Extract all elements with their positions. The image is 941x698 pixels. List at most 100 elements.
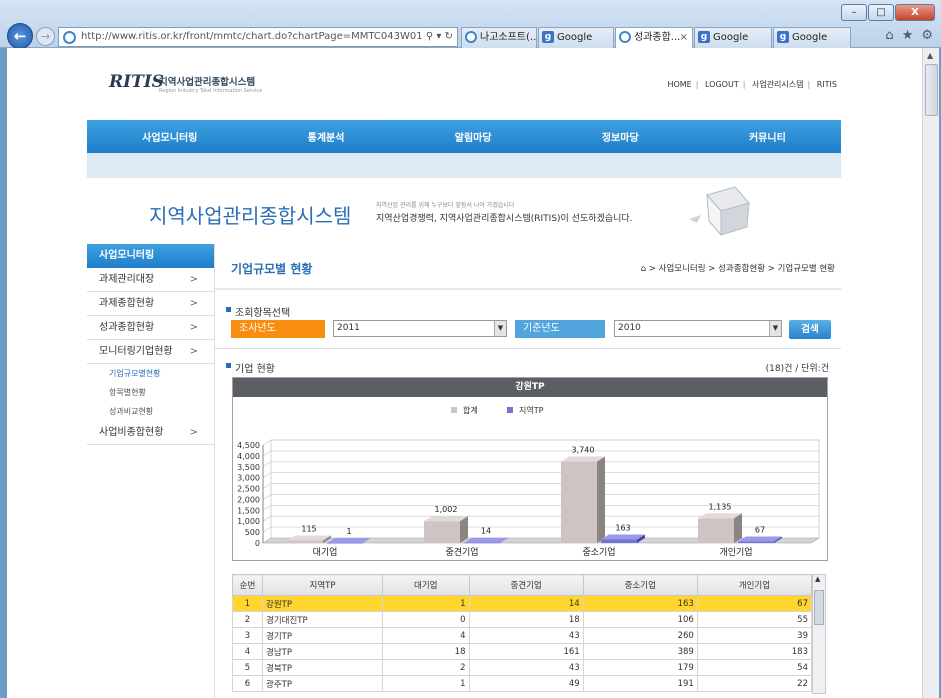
y-tick-label: 4,500 — [237, 441, 260, 450]
logout-link[interactable]: LOGOUT — [701, 80, 743, 89]
base-year-select[interactable]: 2010 ▼ — [614, 320, 782, 337]
data-label: 1 — [346, 527, 351, 536]
close-button[interactable]: X — [895, 4, 935, 21]
gnb-item[interactable]: 통계분석 — [308, 129, 345, 144]
lnb-item[interactable]: 사업비종합현황 > — [87, 421, 214, 445]
bar-local — [327, 542, 363, 544]
table-scrollbar[interactable]: ▲ — [812, 574, 826, 694]
home-link[interactable]: HOME — [663, 80, 695, 89]
data-label: 1,002 — [435, 505, 458, 514]
table-header-cell[interactable]: 중견기업 — [468, 574, 584, 596]
table-cell: 39 — [696, 627, 813, 644]
lnb-item[interactable]: 모니터링기업현황 > — [87, 340, 214, 364]
scroll-up-icon[interactable]: ▲ — [815, 575, 820, 583]
scroll-thumb[interactable] — [814, 590, 824, 625]
browser-tab-active[interactable]: 성과종합... × — [615, 27, 693, 48]
chevron-right-icon: > — [189, 427, 198, 438]
gnb-item[interactable]: 커뮤니티 — [749, 129, 786, 144]
table-row[interactable]: 1 강원TP 1 14 163 67 — [232, 595, 813, 612]
lnb-subitem-active[interactable]: 기업규모별현황 — [87, 364, 214, 383]
chevron-down-icon: ▼ — [494, 321, 506, 336]
x-tick-label: 대기업 — [313, 547, 338, 558]
bar-total — [287, 540, 323, 543]
table-cell: 0 — [382, 611, 470, 628]
logo-title: 지역사업관리종합시스템 — [159, 77, 256, 88]
legend-swatch — [451, 407, 457, 413]
favorites-star-icon[interactable]: ★ — [902, 28, 914, 43]
table-header-cell[interactable]: 중소기업 — [582, 574, 698, 596]
y-tick-label: 3,000 — [237, 474, 260, 483]
bar-local — [601, 539, 637, 543]
browser-chrome: – □ X ← → http://www.ritis.or.kr/front/m… — [0, 0, 941, 49]
table-cell: 106 — [582, 611, 698, 628]
lnb-title[interactable]: 사업모니터링 — [87, 244, 214, 268]
address-bar[interactable]: http://www.ritis.or.kr/front/mmtc/chart.… — [58, 27, 458, 47]
search-button[interactable]: 검색 — [789, 320, 831, 339]
select-value: 2010 — [618, 323, 641, 333]
tab-label: Google — [557, 32, 593, 43]
table-cell: 54 — [696, 659, 813, 676]
browser-tab[interactable]: 나고소프트(... — [461, 27, 537, 48]
link-separator: | — [695, 80, 699, 89]
table-row[interactable]: 3 경기TP 4 43 260 39 — [232, 627, 813, 644]
settings-gear-icon[interactable]: ⚙ — [921, 28, 933, 43]
scroll-up-icon[interactable]: ▲ — [927, 51, 933, 60]
tab-close-icon[interactable]: × — [680, 28, 688, 47]
data-label: 14 — [481, 527, 491, 536]
chevron-right-icon: > — [189, 274, 198, 285]
divider — [215, 348, 841, 349]
address-tools-icon[interactable]: ⚲ ▾ ↻ — [426, 28, 453, 46]
lnb-subitem[interactable]: 항목별현황 — [87, 383, 214, 402]
system-link[interactable]: 사업관리시스템 — [748, 80, 808, 89]
gnb-item[interactable]: 정보마당 — [602, 129, 639, 144]
bar-total — [424, 521, 460, 543]
browser-tab[interactable]: g Google — [773, 27, 851, 48]
table-row[interactable]: 6 광주TP 1 49 191 22 — [232, 675, 813, 692]
top-links: HOME | LOGOUT | 사업관리시스템 | RITIS — [663, 79, 841, 90]
company-section-label: 기업 현황 — [226, 360, 275, 375]
restore-button[interactable]: □ — [868, 4, 894, 21]
scroll-thumb[interactable] — [925, 64, 938, 116]
table-cell: 경기대진TP — [262, 611, 383, 628]
table-cell: 22 — [696, 675, 813, 692]
tab-label: Google — [713, 32, 749, 43]
sub-nav-bar — [87, 153, 841, 178]
lnb-item[interactable]: 과제종합현황 > — [87, 292, 214, 316]
browser-tab[interactable]: g Google — [538, 27, 614, 48]
table-row[interactable]: 2 경기대진TP 0 18 106 55 — [232, 611, 813, 628]
table-cell: 3 — [232, 627, 263, 644]
lnb-item-label: 사업비종합현황 — [99, 427, 164, 438]
lnb-item[interactable]: 과제관리대장 > — [87, 268, 214, 292]
table-cell: 161 — [468, 643, 584, 660]
minimize-button[interactable]: – — [841, 4, 867, 21]
data-table-wrap: 순번 지역TP 대기업 중견기업 중소기업 개인기업 1 강원TP 1 14 163 67 2 경기대진… — [232, 574, 813, 692]
table-cell: 2 — [232, 611, 263, 628]
lnb-item-label: 성과종합현황 — [99, 322, 155, 333]
table-row[interactable]: 5 경북TP 2 43 179 54 — [232, 659, 813, 676]
table-cell: 1 — [382, 675, 470, 692]
lnb-subitem[interactable]: 성과비교현황 — [87, 402, 214, 421]
table-header-cell[interactable]: 개인기업 — [696, 574, 813, 596]
survey-year-select[interactable]: 2011 ▼ — [333, 320, 507, 337]
browser-tab[interactable]: g Google — [694, 27, 772, 48]
table-cell: 광주TP — [262, 675, 383, 692]
lnb-item[interactable]: 성과종합현황 > — [87, 316, 214, 340]
site-logo[interactable]: RITIS — [109, 72, 164, 92]
link-separator: | — [807, 80, 811, 89]
table-header-cell[interactable]: 순번 — [232, 574, 263, 596]
table-header-cell[interactable]: 대기업 — [382, 574, 470, 596]
gnb-item[interactable]: 알림마당 — [455, 129, 492, 144]
table-header-cell[interactable]: 지역TP — [262, 574, 383, 596]
home-icon[interactable]: ⌂ — [885, 28, 893, 43]
table-cell: 경북TP — [262, 659, 383, 676]
gnb-item[interactable]: 사업모니터링 — [142, 129, 197, 144]
bar-local — [738, 541, 774, 543]
table-row[interactable]: 4 경남TP 18 161 389 183 — [232, 643, 813, 660]
back-button[interactable]: ← — [7, 23, 33, 49]
forward-button[interactable]: → — [36, 27, 55, 46]
ritis-link[interactable]: RITIS — [813, 80, 841, 89]
page-scrollbar[interactable]: ▲ — [922, 48, 939, 698]
table-cell: 260 — [582, 627, 698, 644]
legend-label: 지역TP — [519, 405, 544, 415]
table-cell: 2 — [382, 659, 470, 676]
